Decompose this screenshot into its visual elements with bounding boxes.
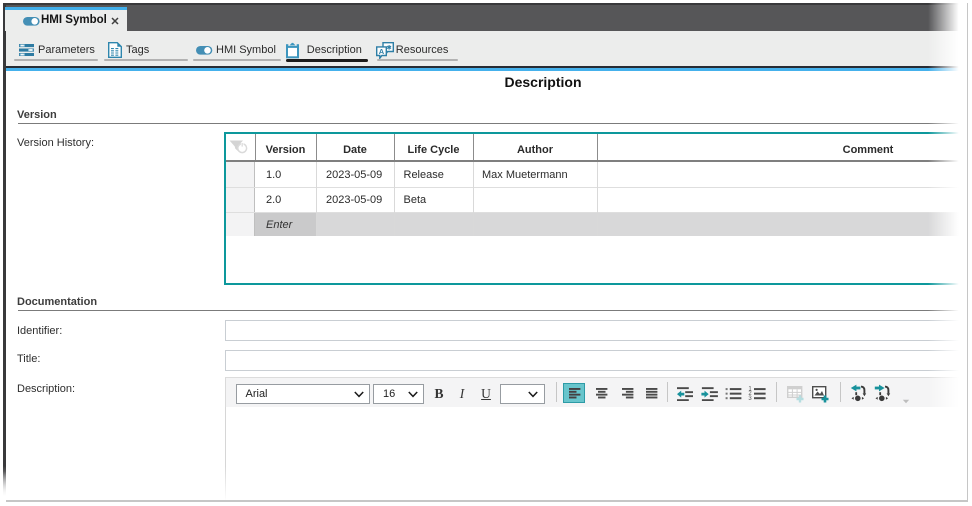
svg-text:3: 3 — [748, 396, 752, 401]
svg-text:A: A — [379, 47, 385, 56]
